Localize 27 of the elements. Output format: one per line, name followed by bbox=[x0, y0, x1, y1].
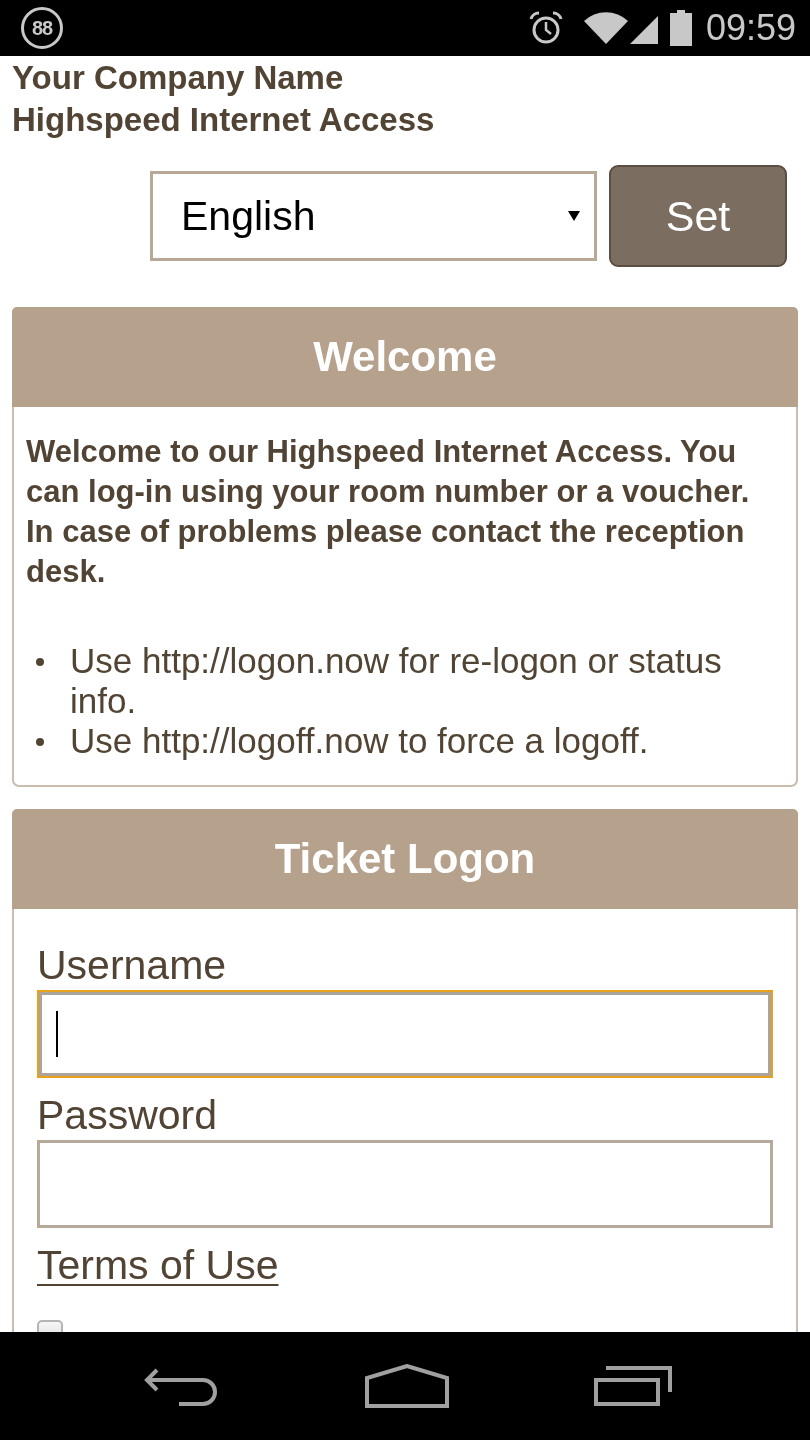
bullet-icon bbox=[36, 738, 44, 746]
field-label: Password bbox=[37, 1093, 217, 1137]
site-subtitle: Highspeed Internet Access bbox=[12, 100, 435, 140]
language-select[interactable]: English bbox=[150, 171, 597, 261]
terms-link[interactable]: Terms of Use bbox=[37, 1243, 279, 1287]
company-name: Your Company Name bbox=[12, 58, 344, 98]
home-icon[interactable] bbox=[364, 1364, 449, 1408]
info-text: Use http://logoff.now to force a logoff. bbox=[70, 721, 649, 761]
signal-icon bbox=[629, 16, 658, 44]
set-button[interactable]: Set bbox=[609, 165, 787, 267]
panel-title: Welcome bbox=[313, 333, 497, 381]
battery-icon bbox=[669, 10, 692, 46]
recent-apps-icon[interactable] bbox=[594, 1366, 672, 1406]
back-icon[interactable] bbox=[143, 1366, 219, 1406]
notification-badge: 88 bbox=[21, 7, 63, 49]
bullet-icon bbox=[36, 658, 44, 666]
caret-icon bbox=[568, 211, 580, 221]
field-label: Username bbox=[37, 943, 227, 987]
text-cursor bbox=[56, 1011, 58, 1057]
panel-title: Ticket Logon bbox=[274, 835, 536, 883]
alarm-clock-icon bbox=[527, 10, 564, 46]
info-text: Use http://logon.now for re-logon or status info. bbox=[70, 641, 723, 721]
input-field[interactable] bbox=[37, 1140, 773, 1228]
input-field[interactable] bbox=[37, 990, 773, 1078]
wifi-icon bbox=[583, 12, 628, 44]
welcome-text: Welcome to our Highspeed Internet Access. You can log-in using your room number or a voucher. In case of problems please contact the reception desk. bbox=[26, 433, 751, 591]
clock-time: 09:59 bbox=[705, 7, 796, 49]
